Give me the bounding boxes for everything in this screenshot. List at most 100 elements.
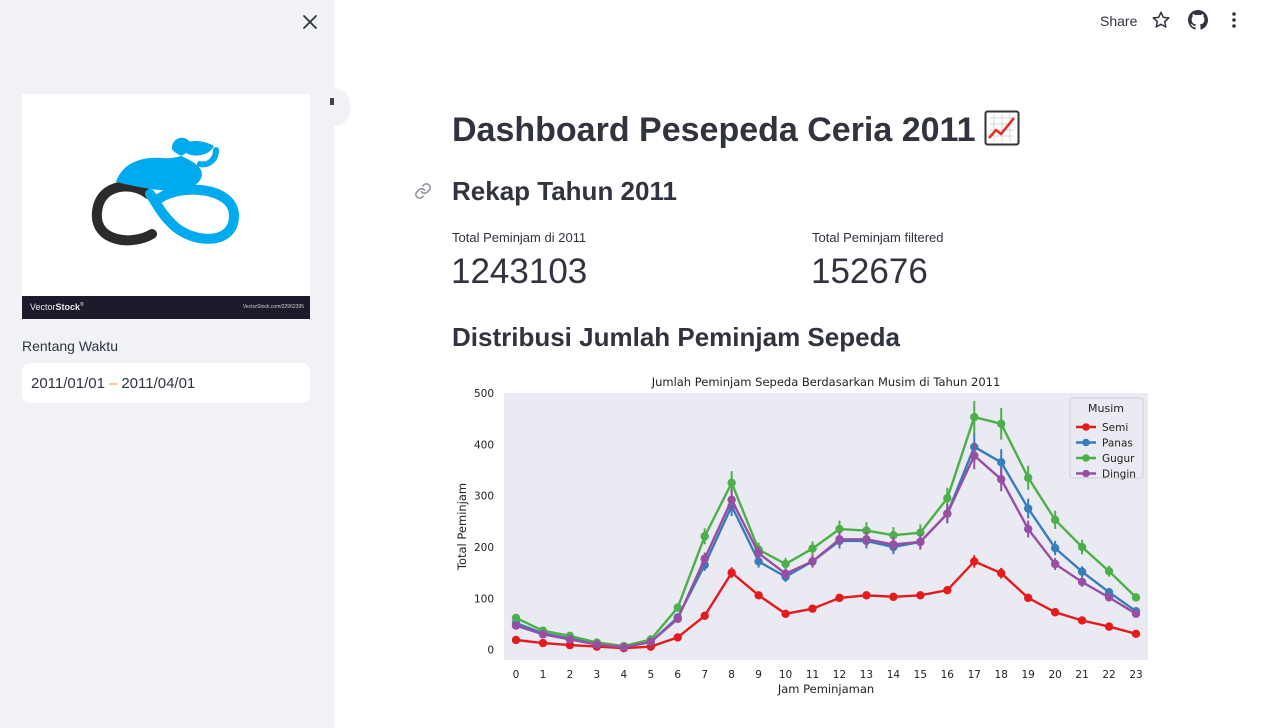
share-button[interactable]: Share bbox=[1100, 13, 1137, 29]
x-tick-label: 0 bbox=[513, 669, 520, 681]
date-range-input[interactable]: 2011/01/01–2011/04/01 bbox=[22, 363, 310, 403]
data-point bbox=[1050, 543, 1060, 553]
logo-brand: VectorStock® bbox=[30, 302, 84, 312]
data-point bbox=[565, 635, 575, 644]
data-point bbox=[1077, 577, 1087, 587]
x-tick-label: 6 bbox=[674, 669, 681, 681]
data-point bbox=[700, 611, 709, 621]
data-point bbox=[646, 637, 655, 647]
legend-label-gugur: Gugur bbox=[1102, 453, 1135, 465]
data-point bbox=[511, 635, 521, 645]
github-icon[interactable] bbox=[1188, 10, 1208, 30]
y-tick-label: 500 bbox=[474, 388, 494, 400]
link-icon[interactable] bbox=[414, 182, 432, 200]
x-tick-label: 2 bbox=[567, 669, 574, 681]
data-point bbox=[1131, 629, 1141, 639]
legend-title: Musim bbox=[1088, 402, 1124, 415]
data-point bbox=[727, 478, 736, 488]
x-tick-label: 8 bbox=[728, 669, 735, 681]
x-tick-label: 12 bbox=[833, 669, 846, 681]
date-range-separator: – bbox=[108, 375, 118, 392]
x-tick-label: 23 bbox=[1129, 669, 1142, 681]
x-tick-label: 1 bbox=[540, 669, 547, 681]
date-range-start: 2011/01/01 bbox=[31, 375, 105, 392]
logo-url: VectorStock.com/22962395 bbox=[242, 304, 304, 310]
y-axis-label: Total Peminjam bbox=[455, 483, 469, 571]
data-point bbox=[943, 494, 952, 503]
data-point bbox=[862, 591, 871, 600]
data-point bbox=[943, 585, 952, 595]
data-point bbox=[538, 630, 548, 639]
chart-svg: Jumlah Peminjam Sepeda Berdasarkan Musim… bbox=[455, 375, 1148, 696]
data-point bbox=[1131, 609, 1141, 618]
data-point bbox=[727, 495, 736, 504]
sidebar-logo-image: VectorStock® VectorStock.com/22962395 bbox=[22, 94, 310, 319]
data-point bbox=[916, 591, 925, 600]
x-tick-label: 16 bbox=[941, 669, 955, 681]
data-point bbox=[916, 537, 925, 547]
data-point bbox=[970, 557, 979, 566]
x-tick-label: 10 bbox=[779, 669, 792, 681]
metric-total-label: Total Peminjam di 2011 bbox=[452, 230, 587, 245]
data-point bbox=[1104, 622, 1114, 631]
data-point bbox=[619, 642, 629, 652]
x-tick-label: 20 bbox=[1048, 669, 1061, 681]
data-point bbox=[835, 535, 844, 544]
data-point bbox=[997, 475, 1006, 484]
data-point bbox=[808, 604, 817, 613]
cyclist-logo-icon bbox=[91, 137, 240, 246]
y-tick-label: 200 bbox=[474, 542, 494, 554]
data-point bbox=[862, 535, 871, 544]
data-point bbox=[781, 569, 790, 578]
y-tick-label: 100 bbox=[474, 593, 494, 605]
x-tick-label: 18 bbox=[995, 669, 1008, 681]
sidebar-collapse-handle[interactable] bbox=[318, 88, 350, 126]
x-tick-label: 5 bbox=[647, 669, 654, 681]
data-point bbox=[781, 559, 790, 569]
data-point bbox=[781, 609, 790, 618]
data-point bbox=[1077, 542, 1087, 552]
data-point bbox=[943, 509, 952, 518]
data-point bbox=[1050, 608, 1060, 617]
data-point bbox=[1131, 593, 1141, 602]
data-point bbox=[1023, 593, 1033, 603]
date-range-end: 2011/04/01 bbox=[121, 375, 196, 392]
x-tick-label: 13 bbox=[860, 669, 873, 681]
data-point bbox=[754, 549, 763, 558]
chart-increasing-icon bbox=[984, 110, 1020, 146]
y-tick-label: 0 bbox=[487, 645, 494, 657]
data-point bbox=[1104, 566, 1114, 576]
distribution-heading: Distribusi Jumlah Peminjam Sepeda bbox=[452, 322, 900, 352]
x-tick-label: 15 bbox=[914, 669, 927, 681]
x-tick-label: 21 bbox=[1075, 669, 1088, 681]
x-tick-label: 3 bbox=[594, 669, 601, 681]
data-point bbox=[1050, 515, 1060, 525]
data-point bbox=[511, 613, 521, 623]
data-point bbox=[1023, 504, 1033, 513]
season-line-chart: Jumlah Peminjam Sepeda Berdasarkan Musim… bbox=[452, 370, 1152, 700]
x-axis-label: Jam Peminjaman bbox=[777, 682, 874, 696]
plot-area bbox=[504, 393, 1148, 660]
chart-title: Jumlah Peminjam Sepeda Berdasarkan Musim… bbox=[651, 375, 1001, 389]
data-point bbox=[727, 568, 736, 577]
data-point bbox=[1023, 473, 1033, 482]
x-tick-label: 9 bbox=[755, 669, 762, 681]
data-point bbox=[754, 591, 763, 600]
legend-swatch-marker bbox=[1082, 454, 1090, 462]
star-icon[interactable] bbox=[1151, 10, 1171, 30]
data-point bbox=[835, 593, 844, 603]
legend-swatch-marker bbox=[1082, 423, 1090, 431]
data-point bbox=[511, 621, 521, 630]
more-menu-icon[interactable] bbox=[1224, 10, 1244, 30]
x-tick-label: 7 bbox=[701, 669, 708, 681]
close-sidebar-icon[interactable] bbox=[298, 10, 322, 34]
x-tick-label: 19 bbox=[1021, 669, 1034, 681]
x-tick-label: 14 bbox=[887, 669, 901, 681]
data-point bbox=[1050, 559, 1060, 569]
page-title-text: Dashboard Pesepeda Ceria 2011 bbox=[452, 111, 976, 149]
sidebar: VectorStock® VectorStock.com/22962395 Re… bbox=[0, 0, 334, 728]
y-tick-label: 300 bbox=[474, 491, 494, 503]
x-tick-label: 17 bbox=[968, 669, 981, 681]
data-point bbox=[889, 540, 898, 549]
data-point bbox=[970, 412, 979, 422]
